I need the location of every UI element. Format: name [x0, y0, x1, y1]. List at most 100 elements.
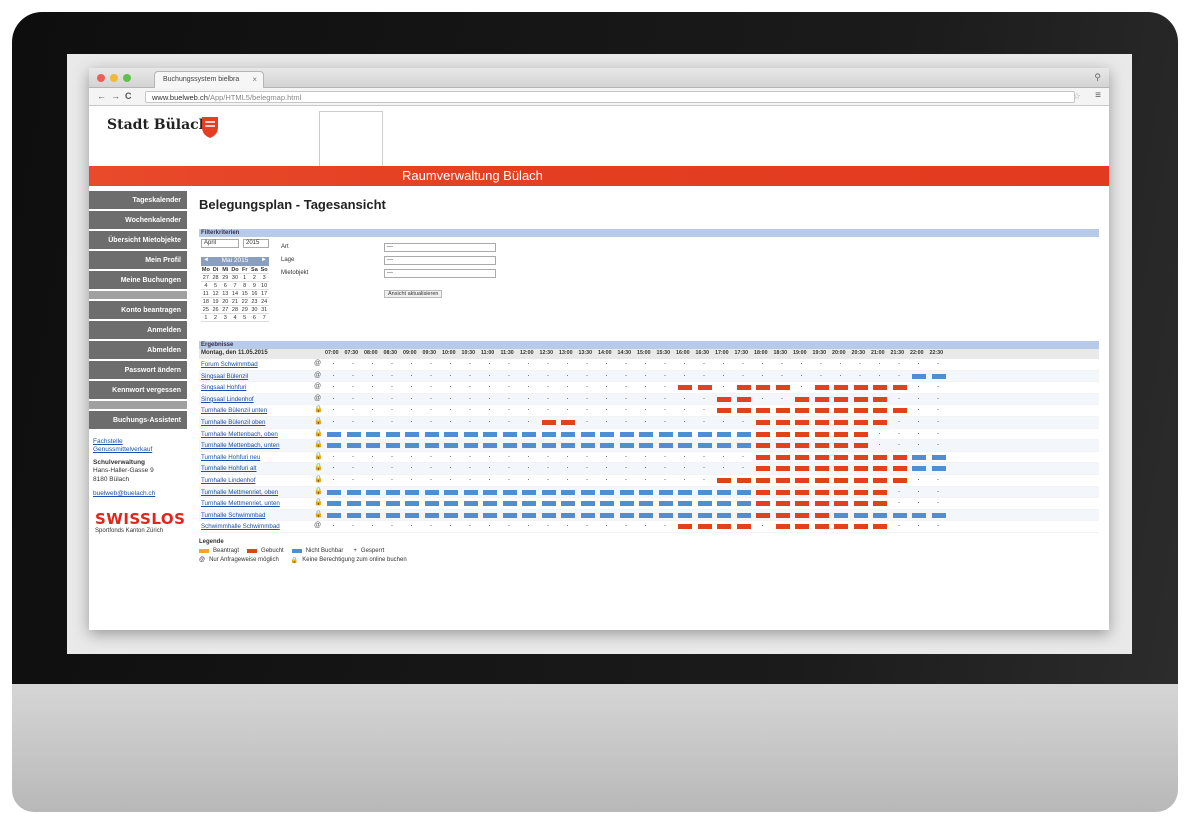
- slot-free[interactable]: [559, 520, 579, 530]
- calendar-day[interactable]: 17: [259, 290, 269, 298]
- slot-free[interactable]: [501, 520, 521, 530]
- slot-free[interactable]: [520, 451, 540, 461]
- room-link[interactable]: Turnhalle Mettenbach, oben: [201, 431, 278, 438]
- slot-free[interactable]: [345, 416, 365, 426]
- slot-free[interactable]: [598, 370, 618, 380]
- calendar-day[interactable]: 6: [249, 314, 260, 322]
- slot-free[interactable]: [579, 404, 599, 414]
- slot-unavailable[interactable]: [540, 431, 560, 438]
- slot-booked[interactable]: [813, 501, 833, 507]
- slot-free[interactable]: [384, 358, 404, 368]
- slot-free[interactable]: [852, 358, 872, 368]
- room-link[interactable]: Turnhalle Lindenhof: [201, 477, 255, 484]
- slot-free[interactable]: [871, 358, 891, 368]
- calendar-day[interactable]: 4: [201, 282, 211, 290]
- slot-booked[interactable]: [891, 466, 911, 472]
- browser-menu-icon[interactable]: ≡: [1095, 90, 1101, 101]
- slot-booked[interactable]: [852, 477, 872, 484]
- room-link[interactable]: Turnhalle Mettenbach, unten: [201, 442, 280, 449]
- slot-free[interactable]: [345, 520, 365, 530]
- slot-free[interactable]: [462, 451, 482, 461]
- calendar-day[interactable]: 27: [220, 306, 231, 314]
- slot-free[interactable]: [462, 358, 482, 368]
- slot-free[interactable]: [715, 358, 735, 368]
- slot-free[interactable]: [618, 416, 638, 426]
- slot-unavailable[interactable]: [618, 489, 638, 496]
- slot-booked[interactable]: [754, 443, 774, 449]
- slot-free[interactable]: [618, 381, 638, 391]
- slot-free[interactable]: [579, 451, 599, 461]
- slot-free[interactable]: [910, 439, 930, 449]
- slot-unavailable[interactable]: [715, 512, 735, 519]
- slot-unavailable[interactable]: [618, 431, 638, 438]
- slot-free[interactable]: [696, 462, 716, 472]
- slot-booked[interactable]: [715, 524, 735, 530]
- slot-booked[interactable]: [871, 419, 891, 426]
- slot-free[interactable]: [832, 370, 852, 380]
- slot-free[interactable]: [579, 462, 599, 472]
- slot-free[interactable]: [442, 462, 462, 472]
- slot-booked[interactable]: [735, 396, 755, 403]
- slot-booked[interactable]: [832, 396, 852, 403]
- slot-booked[interactable]: [832, 524, 852, 530]
- slot-unavailable[interactable]: [637, 512, 657, 519]
- slot-free[interactable]: [657, 393, 677, 403]
- slot-booked[interactable]: [793, 396, 813, 403]
- calendar-day[interactable]: 1: [239, 274, 250, 282]
- slot-free[interactable]: [462, 370, 482, 380]
- slot-free[interactable]: [891, 358, 911, 368]
- slot-free[interactable]: [676, 393, 696, 403]
- slot-free[interactable]: [540, 381, 560, 391]
- slot-unavailable[interactable]: [403, 443, 423, 449]
- slot-unavailable[interactable]: [871, 512, 891, 519]
- slot-unavailable[interactable]: [462, 443, 482, 449]
- slot-free[interactable]: [657, 358, 677, 368]
- slot-unavailable[interactable]: [618, 501, 638, 507]
- slot-free[interactable]: [559, 404, 579, 414]
- slot-unavailable[interactable]: [696, 489, 716, 496]
- minimize-window-button[interactable]: [110, 74, 118, 82]
- slot-free[interactable]: [423, 474, 443, 484]
- calendar-day[interactable]: 18: [201, 298, 211, 306]
- slot-free[interactable]: [481, 451, 501, 461]
- slot-free[interactable]: [754, 393, 774, 403]
- filter-select-art[interactable]: ---: [384, 243, 496, 252]
- url-field[interactable]: www.buelweb.ch/App/HTML5/belegmap.html: [145, 91, 1075, 103]
- slot-free[interactable]: [501, 393, 521, 403]
- slot-free[interactable]: [481, 358, 501, 368]
- slot-unavailable[interactable]: [598, 489, 618, 496]
- slot-free[interactable]: [754, 358, 774, 368]
- slot-booked[interactable]: [871, 477, 891, 484]
- month-select[interactable]: April: [201, 239, 239, 248]
- slot-free[interactable]: [657, 370, 677, 380]
- slot-free[interactable]: [793, 381, 813, 391]
- slot-free[interactable]: [325, 474, 345, 484]
- slot-free[interactable]: [930, 486, 950, 496]
- slot-free[interactable]: [462, 520, 482, 530]
- slot-free[interactable]: [598, 393, 618, 403]
- slot-unavailable[interactable]: [384, 489, 404, 496]
- slot-free[interactable]: [403, 381, 423, 391]
- sidebar-item-passwort-ändern[interactable]: Passwort ändern: [89, 361, 187, 381]
- slot-free[interactable]: [364, 451, 384, 461]
- slot-free[interactable]: [930, 497, 950, 507]
- calendar-day[interactable]: 12: [210, 290, 221, 298]
- slot-free[interactable]: [930, 381, 950, 391]
- slot-booked[interactable]: [735, 408, 755, 414]
- slot-unavailable[interactable]: [520, 489, 540, 496]
- slot-booked[interactable]: [832, 454, 852, 461]
- slot-free[interactable]: [735, 451, 755, 461]
- slot-booked[interactable]: [813, 419, 833, 426]
- slot-free[interactable]: [325, 381, 345, 391]
- slot-unavailable[interactable]: [345, 512, 365, 519]
- slot-booked[interactable]: [891, 454, 911, 461]
- apply-filter-button[interactable]: Ansicht aktualisieren: [384, 290, 443, 298]
- slot-free[interactable]: [325, 358, 345, 368]
- slot-free[interactable]: [735, 416, 755, 426]
- slot-booked[interactable]: [793, 419, 813, 426]
- slot-unavailable[interactable]: [403, 489, 423, 496]
- slot-booked[interactable]: [793, 431, 813, 438]
- calendar-day[interactable]: 16: [249, 290, 260, 298]
- slot-free[interactable]: [325, 393, 345, 403]
- slot-unavailable[interactable]: [618, 443, 638, 449]
